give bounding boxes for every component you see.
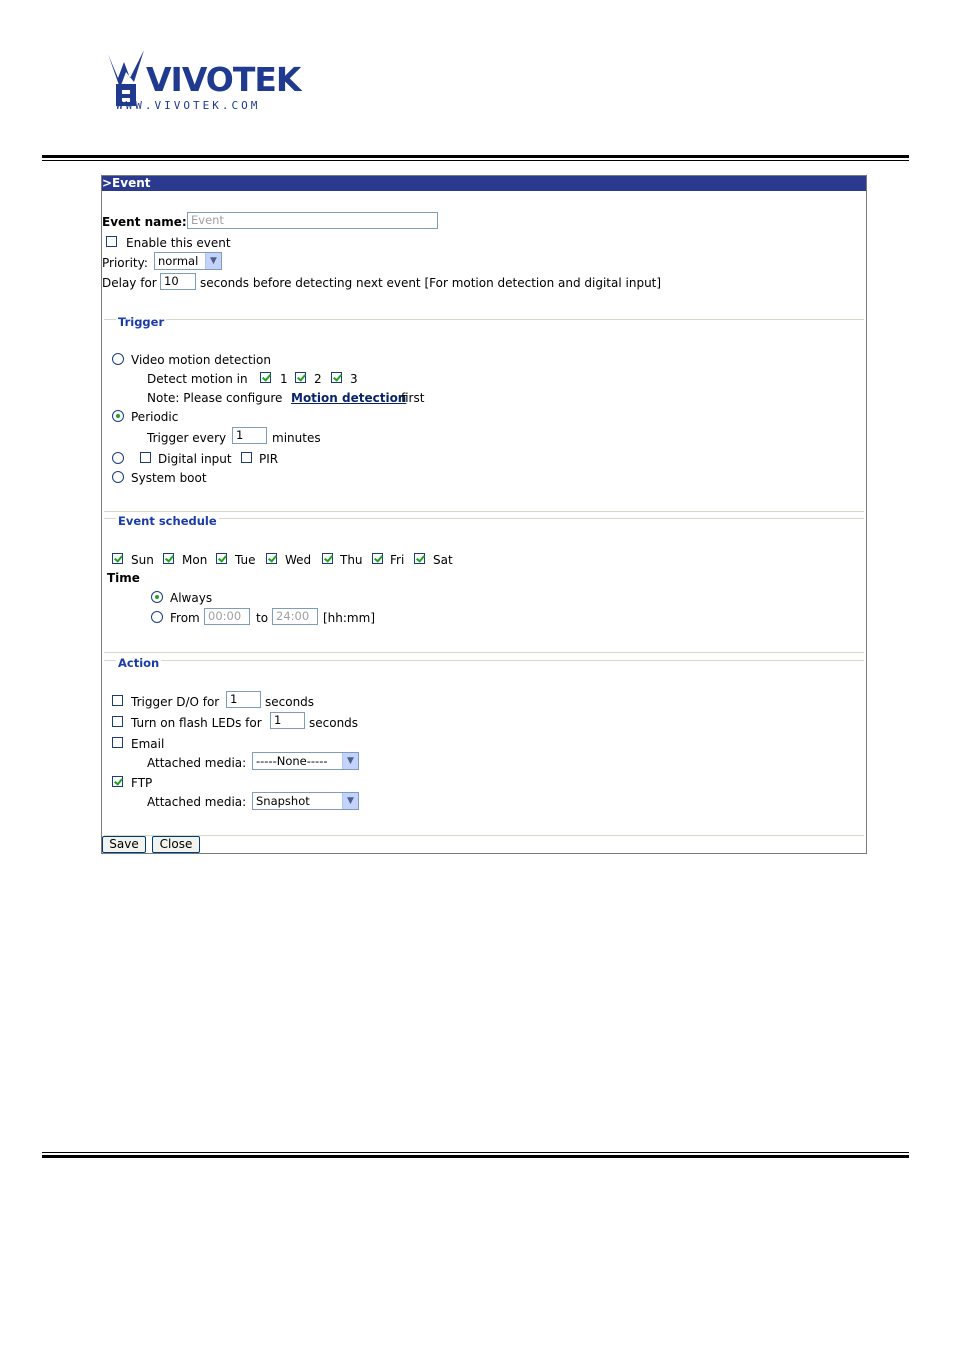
top-rule-thin — [42, 160, 909, 161]
close-button[interactable]: Close — [152, 836, 200, 853]
from-label: From — [170, 611, 200, 625]
email-media-select[interactable]: -----None----- ▼ — [252, 752, 359, 770]
email-label: Email — [131, 737, 165, 751]
top-rule — [42, 155, 909, 158]
vivotek-logo: VIVOTEK WWW.VIVOTEK.COM — [104, 48, 314, 114]
email-media-label: Attached media: — [147, 756, 247, 770]
system-boot-radio[interactable] — [112, 471, 124, 483]
email-checkbox[interactable] — [112, 737, 123, 748]
flash-leds-label: Turn on flash LEDs for — [131, 716, 262, 730]
chevron-down-icon: ▼ — [342, 793, 358, 809]
periodic-radio[interactable] — [112, 410, 124, 422]
to-label: to — [256, 611, 269, 625]
event-name-label: Event name: — [102, 215, 187, 229]
priority-value: normal — [158, 254, 199, 268]
video-motion-label: Video motion detection — [131, 353, 271, 367]
trigger-every-label: Trigger every — [147, 431, 227, 445]
detect-motion-label: Detect motion in — [147, 372, 248, 386]
save-button[interactable]: Save — [102, 836, 146, 853]
motion-detection-link[interactable]: Motion detection — [291, 391, 406, 405]
bottom-rule — [42, 1155, 909, 1158]
flash-leds-suffix: seconds — [309, 716, 359, 730]
ftp-media-select[interactable]: Snapshot ▼ — [252, 792, 359, 810]
digital-input-checkbox[interactable] — [140, 452, 151, 463]
to-time-input[interactable]: 24:00 — [272, 608, 318, 625]
day-mon-checkbox[interactable] — [163, 553, 174, 564]
delay-input[interactable]: 10 — [160, 273, 196, 290]
day-sun-label: Sun — [131, 553, 154, 567]
ftp-checkbox[interactable] — [112, 776, 123, 787]
email-media-value: -----None----- — [256, 754, 328, 768]
priority-label: Priority: — [102, 256, 148, 270]
note-suffix: first — [401, 391, 425, 405]
day-tue-checkbox[interactable] — [216, 553, 227, 564]
trigger-do-checkbox[interactable] — [112, 695, 123, 706]
schedule-group — [104, 518, 864, 653]
from-radio[interactable] — [151, 611, 163, 623]
minutes-label: minutes — [272, 431, 321, 445]
day-wed-checkbox[interactable] — [266, 553, 277, 564]
enable-event-label: Enable this event — [126, 236, 231, 250]
action-group — [104, 660, 864, 836]
video-motion-radio[interactable] — [112, 353, 124, 365]
chevron-down-icon: ▼ — [205, 253, 221, 269]
delay-suffix: seconds before detecting next event [For… — [200, 276, 662, 290]
trigger-legend: Trigger — [116, 315, 167, 329]
day-sat-label: Sat — [433, 553, 453, 567]
ftp-media-value: Snapshot — [256, 794, 310, 808]
schedule-legend: Event schedule — [116, 514, 219, 528]
trigger-every-input[interactable]: 1 — [232, 427, 267, 444]
day-wed-label: Wed — [285, 553, 312, 567]
note-prefix: Note: Please configure — [147, 391, 283, 405]
from-time-input[interactable]: 00:00 — [204, 608, 250, 625]
always-label: Always — [170, 591, 213, 605]
chevron-down-icon: ▼ — [342, 753, 358, 769]
priority-select[interactable]: normal ▼ — [154, 252, 222, 270]
trigger-group — [104, 319, 864, 512]
day-fri-label: Fri — [390, 553, 405, 567]
panel-title: >Event — [102, 176, 866, 191]
window-1-label: 1 — [280, 372, 288, 386]
pir-label: PIR — [259, 452, 279, 466]
trigger-do-input[interactable]: 1 — [226, 691, 261, 708]
periodic-label: Periodic — [131, 410, 179, 424]
logo-brand-text: VIVOTEK — [146, 60, 301, 99]
event-name-input[interactable]: Event — [187, 212, 438, 229]
time-label: Time — [107, 571, 140, 585]
window-2-label: 2 — [314, 372, 322, 386]
always-radio[interactable] — [151, 591, 163, 603]
window-2-checkbox[interactable] — [295, 372, 306, 383]
flash-leds-input[interactable]: 1 — [270, 712, 305, 729]
day-sun-checkbox[interactable] — [112, 553, 123, 564]
bottom-rule-thin — [42, 1152, 909, 1153]
day-mon-label: Mon — [182, 553, 208, 567]
day-thu-label: Thu — [340, 553, 363, 567]
enable-event-checkbox[interactable] — [106, 236, 117, 247]
ftp-label: FTP — [131, 776, 153, 790]
action-legend: Action — [116, 656, 162, 670]
system-boot-label: System boot — [131, 471, 207, 485]
day-sat-checkbox[interactable] — [414, 553, 425, 564]
trigger-do-label: Trigger D/O for — [131, 695, 220, 709]
window-3-label: 3 — [350, 372, 358, 386]
day-fri-checkbox[interactable] — [372, 553, 383, 564]
event-panel: >Event Event name: Event Enable this eve… — [101, 175, 867, 854]
day-thu-checkbox[interactable] — [322, 553, 333, 564]
delay-label: Delay for — [102, 276, 157, 290]
digital-input-radio[interactable] — [112, 452, 124, 464]
logo-url-text: WWW.VIVOTEK.COM — [116, 99, 261, 112]
time-format-hint: [hh:mm] — [323, 611, 375, 625]
flash-leds-checkbox[interactable] — [112, 716, 123, 727]
digital-input-label: Digital input — [158, 452, 232, 466]
pir-checkbox[interactable] — [241, 452, 252, 463]
ftp-media-label: Attached media: — [147, 795, 247, 809]
trigger-do-suffix: seconds — [265, 695, 315, 709]
window-1-checkbox[interactable] — [260, 372, 271, 383]
window-3-checkbox[interactable] — [331, 372, 342, 383]
day-tue-label: Tue — [235, 553, 256, 567]
